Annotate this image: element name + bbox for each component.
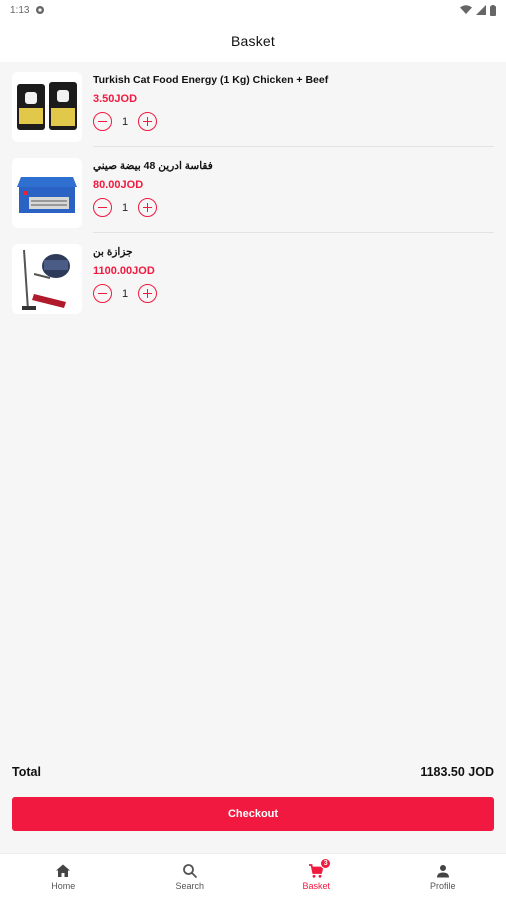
decrease-quantity-button[interactable] bbox=[93, 112, 112, 131]
profile-icon bbox=[436, 865, 449, 878]
status-bar: 1:13 bbox=[0, 0, 506, 20]
product-title: فقاسة ادرين 48 بيضة صيني bbox=[93, 160, 213, 172]
quantity-value: 1 bbox=[121, 201, 129, 214]
nav-home-label: Home bbox=[51, 881, 76, 891]
product-price: 80.00JOD bbox=[93, 179, 144, 191]
nav-search-label: Search bbox=[175, 881, 205, 891]
decrease-quantity-button[interactable] bbox=[93, 198, 112, 217]
total-label: Total bbox=[12, 765, 41, 779]
total-value: 1183.50 JOD bbox=[420, 765, 494, 779]
status-time: 1:13 bbox=[10, 4, 30, 16]
quantity-stepper: 1 bbox=[93, 284, 157, 303]
product-title: جزازة بن bbox=[93, 246, 133, 258]
nav-profile[interactable]: Profile bbox=[380, 854, 506, 900]
nav-profile-label: Profile bbox=[429, 881, 456, 891]
signal-icon bbox=[476, 5, 486, 15]
basket-item[interactable]: جزازة بن 1100.00JOD 1 bbox=[12, 244, 494, 324]
nav-search[interactable]: Search bbox=[127, 854, 254, 900]
bottom-nav: Home Search 3 Basket Profile bbox=[0, 853, 506, 900]
increase-quantity-button[interactable] bbox=[138, 112, 157, 131]
page-title: Basket bbox=[231, 33, 275, 49]
checkout-label: Checkout bbox=[227, 808, 279, 820]
quantity-stepper: 1 bbox=[93, 112, 328, 131]
nav-basket-label: Basket bbox=[302, 881, 330, 891]
search-icon bbox=[182, 864, 197, 879]
home-icon bbox=[56, 864, 71, 877]
increase-quantity-button[interactable] bbox=[138, 198, 157, 217]
product-image-grass-trimmer[interactable] bbox=[12, 244, 82, 314]
increase-quantity-button[interactable] bbox=[138, 284, 157, 303]
checkout-button[interactable]: Checkout bbox=[12, 797, 494, 831]
basket-item[interactable]: فقاسة ادرين 48 بيضة صيني 80.00JOD 1 bbox=[12, 158, 494, 238]
battery-icon bbox=[490, 4, 496, 16]
divider bbox=[93, 232, 494, 233]
decrease-quantity-button[interactable] bbox=[93, 284, 112, 303]
basket-count-badge: 3 bbox=[320, 858, 332, 869]
nav-basket[interactable]: 3 Basket bbox=[253, 854, 380, 900]
quantity-value: 1 bbox=[121, 115, 129, 128]
wifi-icon bbox=[460, 5, 472, 14]
app-bar: Basket bbox=[0, 20, 506, 62]
product-title: Turkish Cat Food Energy (1 Kg) Chicken +… bbox=[93, 74, 329, 86]
divider bbox=[93, 146, 494, 147]
settings-status-icon bbox=[36, 6, 45, 14]
quantity-value: 1 bbox=[121, 287, 129, 300]
total-row: Total 1183.50 JOD bbox=[12, 763, 494, 781]
product-image-incubator[interactable] bbox=[12, 158, 82, 228]
basket-item[interactable]: Turkish Cat Food Energy (1 Kg) Chicken +… bbox=[12, 72, 494, 152]
nav-home[interactable]: Home bbox=[0, 854, 127, 900]
quantity-stepper: 1 bbox=[93, 198, 213, 217]
product-price: 1100.00JOD bbox=[93, 265, 155, 277]
product-price: 3.50JOD bbox=[93, 93, 138, 105]
cart-icon-wrapper: 3 bbox=[308, 858, 332, 879]
product-image-cat-food[interactable] bbox=[12, 72, 82, 142]
